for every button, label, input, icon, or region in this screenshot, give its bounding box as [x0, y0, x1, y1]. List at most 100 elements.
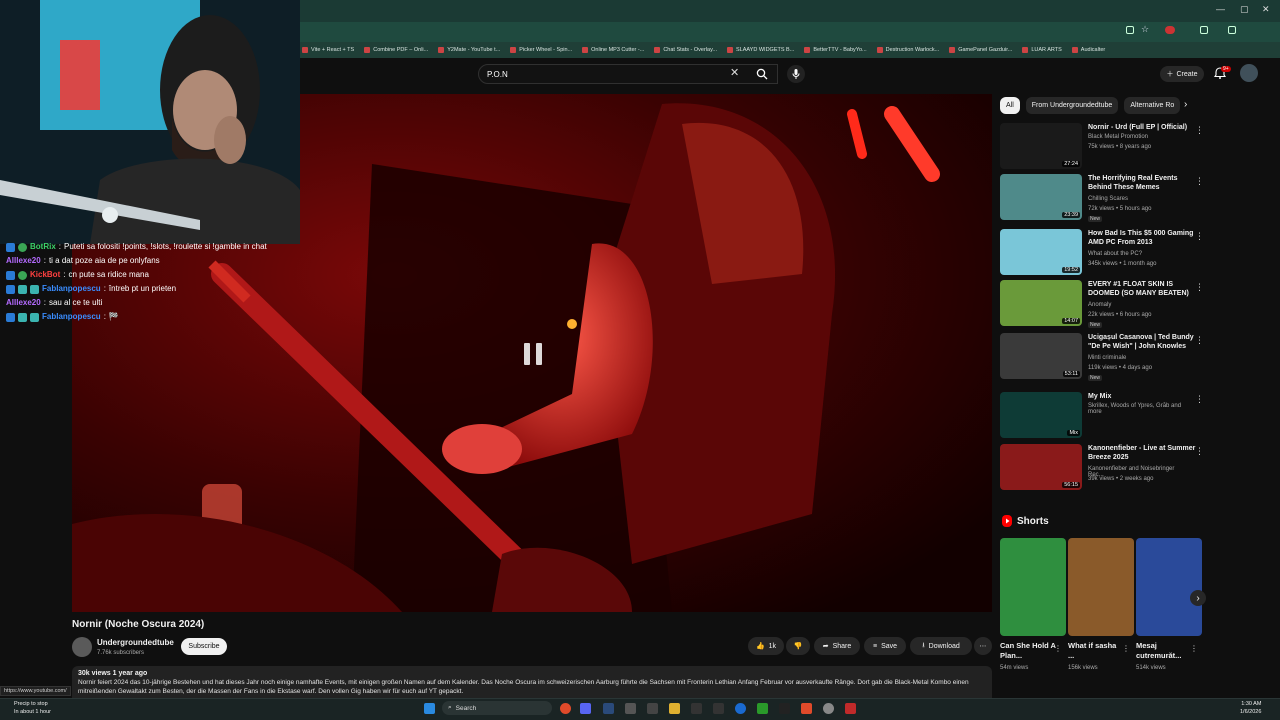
app-icon[interactable] [823, 703, 834, 714]
recommendation-title[interactable]: Kanonenfieber - Live at Summer Breeze 20… [1088, 444, 1200, 462]
subscribe-button[interactable]: Subscribe [181, 638, 227, 655]
bookmark-item[interactable]: SLAAYD WIDGETS B... [727, 47, 794, 53]
recommendation-title[interactable]: Ucigașul Casanova | Ted Bundy "De Pe Wis… [1088, 333, 1200, 351]
share-button[interactable]: ➦ Share [814, 637, 860, 655]
menu-icon[interactable] [1228, 26, 1236, 34]
bookmark-item[interactable]: LUAR ARTS [1022, 47, 1062, 53]
app-icon[interactable] [845, 703, 856, 714]
recommendation-title[interactable]: Nornir - Urd (Full EP | Official) [1088, 123, 1200, 132]
like-button[interactable]: 👍 1k [748, 637, 784, 655]
clear-search-icon[interactable]: ✕ [730, 66, 739, 79]
download-button[interactable]: ⭳ Download [910, 637, 972, 655]
chevron-right-icon[interactable]: › [1184, 99, 1187, 110]
recommendation-channel[interactable]: Skrillex, Woods of Ypres, Grăb and more [1088, 403, 1190, 415]
more-vertical-icon[interactable]: ⋮ [1195, 282, 1204, 293]
recommendation-item[interactable]: Mix My Mix Skrillex, Woods of Ypres, Grăb … [1000, 392, 1204, 440]
more-vertical-icon[interactable]: ⋮ [1195, 125, 1204, 136]
recommendation-title[interactable]: The Horrifying Real Events Behind These … [1088, 174, 1200, 192]
create-button[interactable]: ＋ Create [1160, 66, 1204, 82]
folder-icon[interactable] [669, 703, 680, 714]
account-avatar[interactable] [1240, 64, 1258, 82]
bookmark-item[interactable]: Vite + React + TS [302, 47, 354, 53]
bookmark-item[interactable]: GamePanel Gazduir... [949, 47, 1012, 53]
taskbar-search[interactable]: ⌕ Search [442, 701, 552, 715]
video-thumbnail[interactable]: 14:07 [1000, 280, 1082, 326]
more-vertical-icon[interactable]: ⋮ [1054, 644, 1062, 653]
recommendation-channel[interactable]: What about the PC? [1088, 251, 1142, 257]
more-vertical-icon[interactable]: ⋮ [1122, 644, 1130, 653]
short-title[interactable]: What if sasha ... [1068, 641, 1124, 661]
video-thumbnail[interactable]: 53:11 [1000, 333, 1082, 379]
xbox-icon[interactable] [757, 703, 768, 714]
app-icon[interactable] [625, 703, 636, 714]
chrome-icon[interactable] [560, 703, 571, 714]
recommendation-title[interactable]: EVERY #1 FLOAT SKIN IS DOOMED (SO MANY B… [1088, 280, 1200, 298]
edge-icon[interactable] [735, 703, 746, 714]
bookmark-star-icon[interactable]: ☆ [1141, 24, 1149, 35]
steam-icon[interactable] [603, 703, 614, 714]
recommendation-item[interactable]: 14:07 EVERY #1 FLOAT SKIN IS DOOMED (SO M… [1000, 280, 1204, 328]
recommendation-item[interactable]: 53:11 Ucigașul Casanova | Ted Bundy "De P… [1000, 333, 1204, 381]
chat-username[interactable]: Alllexe20 [6, 254, 41, 268]
extensions-icon[interactable] [1200, 26, 1208, 34]
short-title[interactable]: Mesaj cutremurăt... [1136, 641, 1192, 661]
video-thumbnail[interactable]: Mix [1000, 392, 1082, 438]
more-vertical-icon[interactable]: ⋮ [1195, 176, 1204, 187]
app-icon[interactable] [647, 703, 658, 714]
bookmark-item[interactable]: Combine PDF – Onli... [364, 47, 428, 53]
discord-icon[interactable] [580, 703, 591, 714]
system-clock[interactable]: 1:30 AM 1/6/2026 [1240, 700, 1261, 716]
channel-name[interactable]: Undergroundedtube [97, 638, 174, 647]
filter-chip[interactable]: All [1000, 97, 1020, 114]
pause-icon[interactable] [522, 342, 544, 366]
recommendation-channel[interactable]: Anomaly [1088, 302, 1111, 308]
weather-widget[interactable]: Precip to stop In about 1 hour [14, 700, 51, 716]
chat-username[interactable]: KickBot [30, 268, 60, 282]
bookmark-item[interactable]: Y2Mate - YouTube t... [438, 47, 500, 53]
dislike-button[interactable]: 👎 [786, 637, 810, 655]
recommendation-item[interactable]: 23:39 The Horrifying Real Events Behind T… [1000, 174, 1204, 222]
channel-avatar[interactable] [72, 637, 92, 657]
recommendation-channel[interactable]: Black Metal Promotion [1088, 134, 1148, 140]
app-icon[interactable] [779, 703, 790, 714]
short-thumbnail[interactable] [1000, 538, 1066, 636]
bookmark-item[interactable]: BetterTTV - BabyYo... [804, 47, 867, 53]
bookmark-item[interactable]: Picker Wheel - Spin... [510, 47, 572, 53]
more-vertical-icon[interactable]: ⋮ [1195, 446, 1204, 457]
bookmark-item[interactable]: Audicalter [1071, 47, 1105, 53]
more-actions-button[interactable]: ⋯ [974, 637, 992, 655]
close-window-button[interactable]: ✕ [1262, 4, 1270, 15]
filter-chip[interactable]: From Undergroundedtube [1025, 97, 1119, 114]
recommendation-item[interactable]: 56:15 Kanonenfieber - Live at Summer Bree… [1000, 444, 1204, 492]
chat-username[interactable]: Fablanpopescu [42, 282, 101, 296]
save-button[interactable]: ≡ Save [864, 637, 906, 655]
recommendation-channel[interactable]: Chilling Scares [1088, 196, 1128, 202]
install-icon[interactable] [1126, 26, 1134, 34]
recommendation-item[interactable]: 19:52 How Bad Is This $5 000 Gaming AMD P… [1000, 229, 1204, 277]
bookmark-item[interactable]: Chat Stats - Overlay... [654, 47, 717, 53]
short-thumbnail[interactable] [1068, 538, 1134, 636]
start-icon[interactable] [424, 703, 435, 714]
bookmark-item[interactable]: Online MP3 Cutter -... [582, 47, 644, 53]
brave-icon[interactable] [801, 703, 812, 714]
short-thumbnail[interactable] [1136, 538, 1202, 636]
minimize-button[interactable]: — [1216, 4, 1225, 14]
chat-username[interactable]: BotRix [30, 242, 56, 252]
more-vertical-icon[interactable]: ⋮ [1195, 335, 1204, 346]
video-thumbnail[interactable]: 23:39 [1000, 174, 1082, 220]
recommendation-title[interactable]: My Mix [1088, 392, 1200, 401]
more-vertical-icon[interactable]: ⋮ [1190, 644, 1198, 653]
search-button[interactable] [748, 64, 776, 84]
shorts-next-button[interactable]: › [1190, 590, 1206, 606]
maximize-button[interactable]: ▢ [1240, 4, 1249, 15]
video-thumbnail[interactable]: 56:15 [1000, 444, 1082, 490]
app-icon[interactable] [713, 703, 724, 714]
video-thumbnail[interactable]: 27:24 [1000, 123, 1082, 169]
chat-username[interactable]: Alllexe20 [6, 296, 41, 310]
voice-search-button[interactable] [787, 65, 805, 83]
more-vertical-icon[interactable]: ⋮ [1195, 394, 1204, 405]
video-thumbnail[interactable]: 19:52 [1000, 229, 1082, 275]
chat-username[interactable]: Fablanpopescu [42, 310, 101, 324]
recommendation-item[interactable]: 27:24 Nornir - Urd (Full EP | Official) Bl… [1000, 123, 1204, 171]
recommendation-channel[interactable]: Minti criminale [1088, 355, 1126, 361]
